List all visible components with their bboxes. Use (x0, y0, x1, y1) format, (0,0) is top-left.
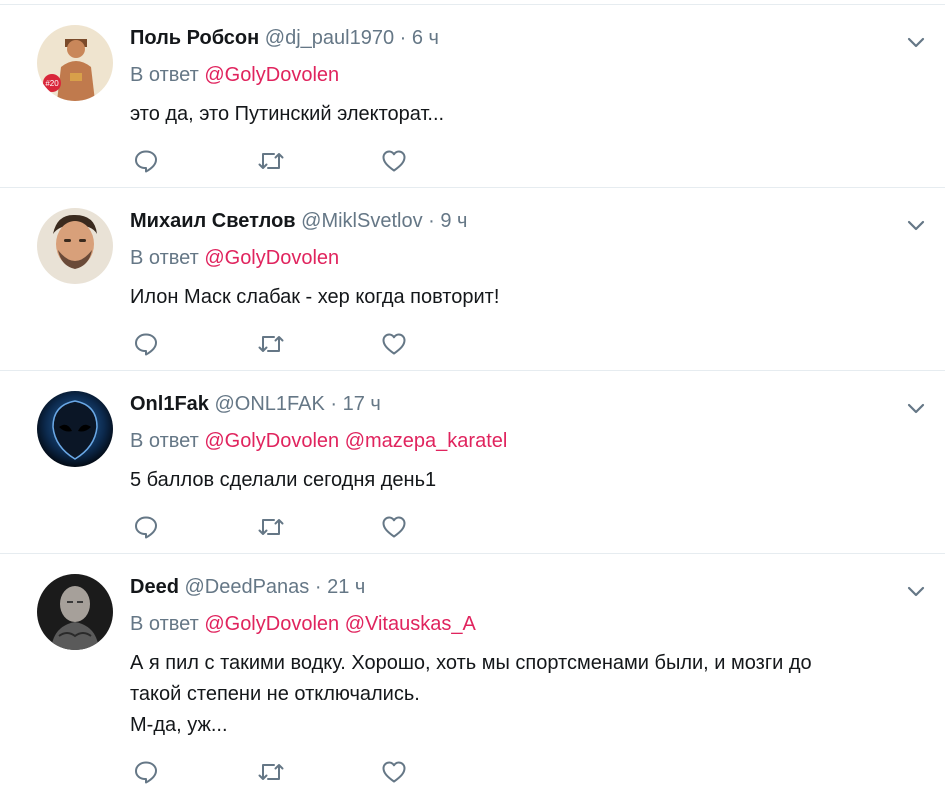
separator-dot: · (428, 210, 435, 232)
tweet[interactable]: #20 Поль Робсон @dj_paul1970 · 6 ч В отв… (0, 4, 945, 187)
tweet-feed: #20 Поль Робсон @dj_paul1970 · 6 ч В отв… (0, 4, 945, 787)
retweet-icon (258, 519, 284, 535)
avatar[interactable] (37, 574, 113, 650)
tweet-text-line: это да, это Путинский электорат... (130, 103, 445, 125)
like-button[interactable] (381, 329, 505, 359)
heart-icon (382, 333, 406, 355)
tweet[interactable]: Onl1Fak @ONL1FAK · 17 ч В ответ @GolyDov… (0, 370, 945, 553)
author-name[interactable]: Deed (130, 576, 179, 598)
mention-link[interactable]: @Vitauskas_A (345, 613, 476, 635)
like-button[interactable] (381, 757, 505, 787)
tweet-text: А я пил с такими водку. Хорошо, хоть мы … (130, 648, 915, 741)
reply-prefix: В ответ (130, 613, 199, 635)
reply-button[interactable] (133, 757, 257, 787)
retweet-button[interactable] (257, 329, 381, 359)
reply-prefix: В ответ (130, 247, 199, 269)
reply-prefix: В ответ (130, 430, 199, 452)
heart-icon (382, 761, 406, 783)
mention-link[interactable]: @GolyDovolen (204, 430, 339, 452)
mention-link[interactable]: @mazepa_karatel (345, 430, 508, 452)
tweet[interactable]: Deed @DeedPanas · 21 ч В ответ @GolyDovo… (0, 553, 945, 787)
mention-link[interactable]: @GolyDovolen (204, 613, 339, 635)
reply-button[interactable] (133, 329, 257, 359)
author-handle[interactable]: @dj_paul1970 (265, 27, 394, 49)
reply-button[interactable] (133, 146, 257, 176)
tweet-text-line: М-да, уж... (130, 714, 228, 736)
reply-icon (135, 333, 157, 356)
retweet-icon (258, 764, 284, 780)
chevron-down-icon[interactable] (905, 397, 927, 419)
separator-dot: · (314, 576, 322, 598)
avatar[interactable] (37, 391, 113, 467)
reply-icon (135, 761, 157, 784)
tweet[interactable]: Михаил Светлов @MiklSvetlov · 9 ч В отве… (0, 187, 945, 370)
avatar[interactable] (37, 208, 113, 284)
author-name[interactable]: Поль Робсон (130, 27, 259, 49)
tweet-text-line: 5 баллов сделали сегодня день1 (130, 469, 437, 491)
heart-icon (382, 516, 406, 538)
reply-icon (135, 516, 157, 539)
like-button[interactable] (381, 146, 505, 176)
tweet-body: Onl1Fak @ONL1FAK · 17 ч В ответ @GolyDov… (130, 391, 915, 496)
tweet-text: это да, это Путинский электорат... (130, 99, 915, 130)
mention-link[interactable]: @GolyDovolen (204, 247, 339, 269)
tweet-actions (133, 146, 505, 176)
reply-icon (135, 150, 157, 173)
tweet-actions (133, 757, 505, 787)
author-handle[interactable]: @MiklSvetlov (301, 210, 422, 232)
retweet-button[interactable] (257, 512, 381, 542)
author-name[interactable]: Михаил Светлов (130, 210, 296, 232)
tweet-time[interactable]: 6 ч (412, 27, 439, 49)
tweet-text-line: такой степени не отключались. (130, 683, 420, 705)
reply-button[interactable] (133, 512, 257, 542)
separator-dot: · (330, 393, 338, 415)
tweet-body: Михаил Светлов @MiklSvetlov · 9 ч В отве… (130, 208, 915, 313)
tweet-body: Поль Робсон @dj_paul1970 · 6 ч В ответ @… (130, 25, 915, 130)
chevron-down-icon[interactable] (905, 214, 927, 236)
avatar[interactable]: #20 (37, 25, 113, 101)
tweet-header: Onl1Fak @ONL1FAK · 17 ч (130, 391, 915, 417)
tweet-header: Deed @DeedPanas · 21 ч (130, 574, 915, 600)
reply-context: В ответ @GolyDovolen (130, 62, 915, 88)
avatar-badge: #20 (45, 79, 59, 88)
reply-context: В ответ @GolyDovolen @mazepa_karatel (130, 428, 915, 454)
retweet-icon (258, 336, 284, 352)
chevron-down-icon[interactable] (905, 580, 927, 602)
retweet-button[interactable] (257, 146, 381, 176)
tweet-time[interactable]: 9 ч (440, 210, 467, 232)
tweet-actions (133, 512, 505, 542)
retweet-button[interactable] (257, 757, 381, 787)
separator-dot: · (399, 27, 407, 49)
tweet-header: Михаил Светлов @MiklSvetlov · 9 ч (130, 208, 915, 234)
tweet-text: Илон Маск слабак - хер когда повторит! (130, 282, 915, 313)
reply-prefix: В ответ (130, 64, 199, 86)
tweet-header: Поль Робсон @dj_paul1970 · 6 ч (130, 25, 915, 51)
tweet-time[interactable]: 21 ч (327, 576, 365, 598)
chevron-down-icon[interactable] (905, 31, 927, 53)
author-name[interactable]: Onl1Fak (130, 393, 209, 415)
tweet-text-line: Илон Маск слабак - хер когда повторит! (130, 286, 500, 308)
reply-context: В ответ @GolyDovolen @Vitauskas_A (130, 611, 915, 637)
tweet-text-line: А я пил с такими водку. Хорошо, хоть мы … (130, 652, 812, 674)
author-handle[interactable]: @ONL1FAK (214, 393, 324, 415)
retweet-icon (258, 153, 284, 169)
tweet-actions (133, 329, 505, 359)
mention-link[interactable]: @GolyDovolen (204, 64, 339, 86)
tweet-time[interactable]: 17 ч (343, 393, 381, 415)
heart-icon (382, 150, 406, 172)
tweet-text: 5 баллов сделали сегодня день1 (130, 465, 915, 496)
like-button[interactable] (381, 512, 505, 542)
author-handle[interactable]: @DeedPanas (184, 576, 309, 598)
tweet-body: Deed @DeedPanas · 21 ч В ответ @GolyDovo… (130, 574, 915, 741)
reply-context: В ответ @GolyDovolen (130, 245, 915, 271)
